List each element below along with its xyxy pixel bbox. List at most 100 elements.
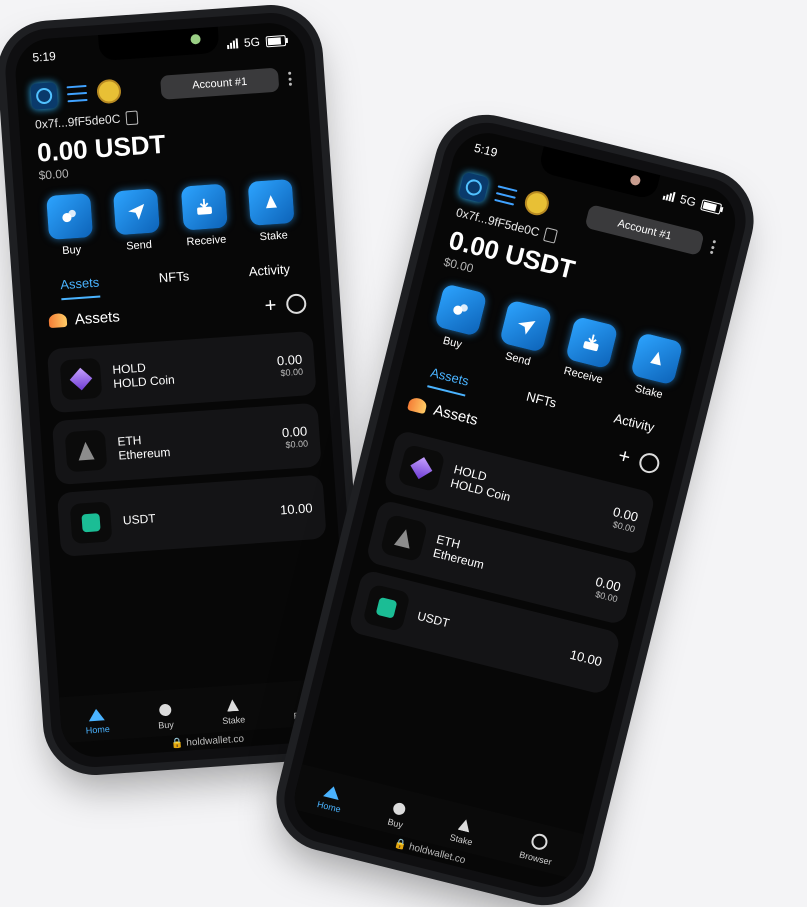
asset-item-hold[interactable]: HOLD HOLD Coin 0.00 $0.00 (46, 330, 317, 414)
assets-title-group: Assets (407, 395, 480, 429)
tab-nfts[interactable]: NFTs (158, 262, 190, 293)
status-icons: 5G (662, 188, 723, 216)
assets-title: Assets (431, 401, 480, 429)
asset-item-usdt[interactable]: USDT 10.00 (56, 474, 327, 557)
battery-icon (265, 34, 287, 47)
buy-label: Buy (61, 243, 82, 258)
coin-icon[interactable] (522, 188, 552, 218)
signal-icon (227, 38, 239, 50)
asset-usd: $0.00 (285, 437, 309, 450)
nav-home[interactable]: Home (316, 784, 346, 815)
nav-browser[interactable]: Browser (518, 830, 557, 867)
menu-icon[interactable] (494, 185, 518, 206)
nav-buy[interactable]: Buy (157, 703, 174, 731)
receive-label: Receive (186, 233, 227, 249)
lock-icon: 🔒 (392, 837, 408, 852)
assets-wing-icon (407, 396, 428, 415)
more-icon[interactable] (709, 239, 717, 255)
send-icon[interactable] (113, 188, 161, 236)
home-icon (88, 708, 106, 722)
asset-amount: 10.00 (279, 499, 314, 518)
send-icon[interactable] (499, 299, 553, 353)
screen: 5:19 5G Account #1 0x7f...9fF5de0C 0.00 … (287, 125, 743, 895)
coin-icon[interactable] (96, 78, 122, 105)
asset-usd: $0.00 (280, 366, 304, 378)
asset-names: USDT (122, 511, 156, 527)
asset-item-eth[interactable]: ETH Ethereum 0.00 $0.00 (51, 402, 322, 486)
nav-stake-label: Stake (448, 832, 474, 848)
receive-icon[interactable] (564, 315, 619, 370)
battery-icon (700, 198, 723, 215)
app-logo-icon[interactable] (458, 171, 490, 204)
gear-icon[interactable] (637, 450, 662, 476)
add-asset-icon[interactable]: + (264, 294, 277, 317)
phone-right: 5:19 5G Account #1 0x7f...9fF5de0C 0.00 … (275, 113, 755, 907)
buy-icon[interactable] (45, 193, 93, 240)
nav-home[interactable]: Home (84, 708, 110, 736)
receive-label: Receive (562, 364, 605, 387)
send-action[interactable]: Send (495, 299, 553, 371)
more-icon[interactable] (288, 71, 293, 86)
asset-names: USDT (416, 609, 451, 630)
asset-name: HOLD Coin (112, 372, 176, 391)
send-label: Send (503, 350, 532, 369)
phone-left: 5:19 5G Account #1 0x7f...9fF5de0C 0.00 … (2, 10, 364, 770)
asset-names: HOLD HOLD Coin (449, 462, 515, 504)
buy-icon (158, 703, 172, 717)
gear-icon[interactable] (285, 293, 307, 315)
copy-icon[interactable] (125, 110, 139, 126)
account-selector[interactable]: Account #1 (160, 67, 280, 100)
nav-stake[interactable]: Stake (448, 817, 478, 848)
stake-action[interactable]: Stake (626, 332, 684, 403)
stake-action[interactable]: Stake (247, 178, 296, 244)
stake-icon[interactable] (247, 178, 295, 226)
hold-coin-icon (59, 357, 103, 401)
stake-icon (226, 699, 239, 712)
network-label: 5G (243, 34, 261, 50)
status-icons: 5G (226, 33, 287, 51)
buy-action[interactable]: Buy (45, 193, 94, 258)
asset-name: Ethereum (117, 445, 171, 463)
tab-assets[interactable]: Assets (59, 268, 101, 301)
send-action[interactable]: Send (113, 188, 161, 253)
nav-buy[interactable]: Buy (387, 801, 408, 830)
signal-icon (662, 190, 676, 203)
tab-activity[interactable]: Activity (248, 255, 291, 287)
asset-names: ETH Ethereum (432, 532, 489, 572)
asset-values: 0.00 $0.00 (609, 504, 640, 534)
nav-stake-label: Stake (221, 714, 246, 727)
copy-icon[interactable] (543, 227, 559, 244)
assets-title: Assets (74, 307, 121, 328)
asset-names: HOLD HOLD Coin (112, 359, 175, 391)
buy-icon[interactable] (433, 283, 488, 337)
usdt-icon (69, 501, 113, 545)
send-label: Send (125, 238, 153, 253)
stake-label: Stake (633, 382, 664, 402)
receive-icon[interactable] (180, 183, 228, 231)
nav-buy-label: Buy (386, 816, 405, 831)
add-asset-icon[interactable]: + (616, 445, 633, 469)
asset-names: ETH Ethereum (117, 431, 171, 463)
assets-title-group: Assets (48, 308, 120, 330)
screen: 5:19 5G Account #1 0x7f...9fF5de0C 0.00 … (13, 20, 353, 760)
assets-wing-icon (48, 312, 68, 329)
stake-icon[interactable] (630, 332, 684, 386)
receive-action[interactable]: Receive (180, 183, 229, 249)
action-row: Buy Send Receive Stake (24, 177, 318, 259)
home-icon (323, 784, 342, 801)
nav-browser-label: Browser (518, 849, 553, 868)
asset-values: 0.00 $0.00 (276, 351, 303, 378)
asset-values: 0.00 $0.00 (592, 573, 622, 603)
stake-label: Stake (259, 229, 289, 244)
browser-icon (529, 832, 550, 852)
nav-stake[interactable]: Stake (221, 699, 246, 727)
assets-actions: + (264, 293, 307, 317)
asset-values: 0.00 $0.00 (281, 423, 308, 450)
buy-icon (391, 801, 407, 817)
asset-values: 10.00 (280, 500, 314, 517)
menu-icon[interactable] (66, 84, 88, 103)
app-logo-icon[interactable] (30, 82, 59, 110)
receive-action[interactable]: Receive (561, 315, 619, 387)
buy-action[interactable]: Buy (430, 283, 488, 354)
hold-coin-icon (397, 443, 446, 493)
